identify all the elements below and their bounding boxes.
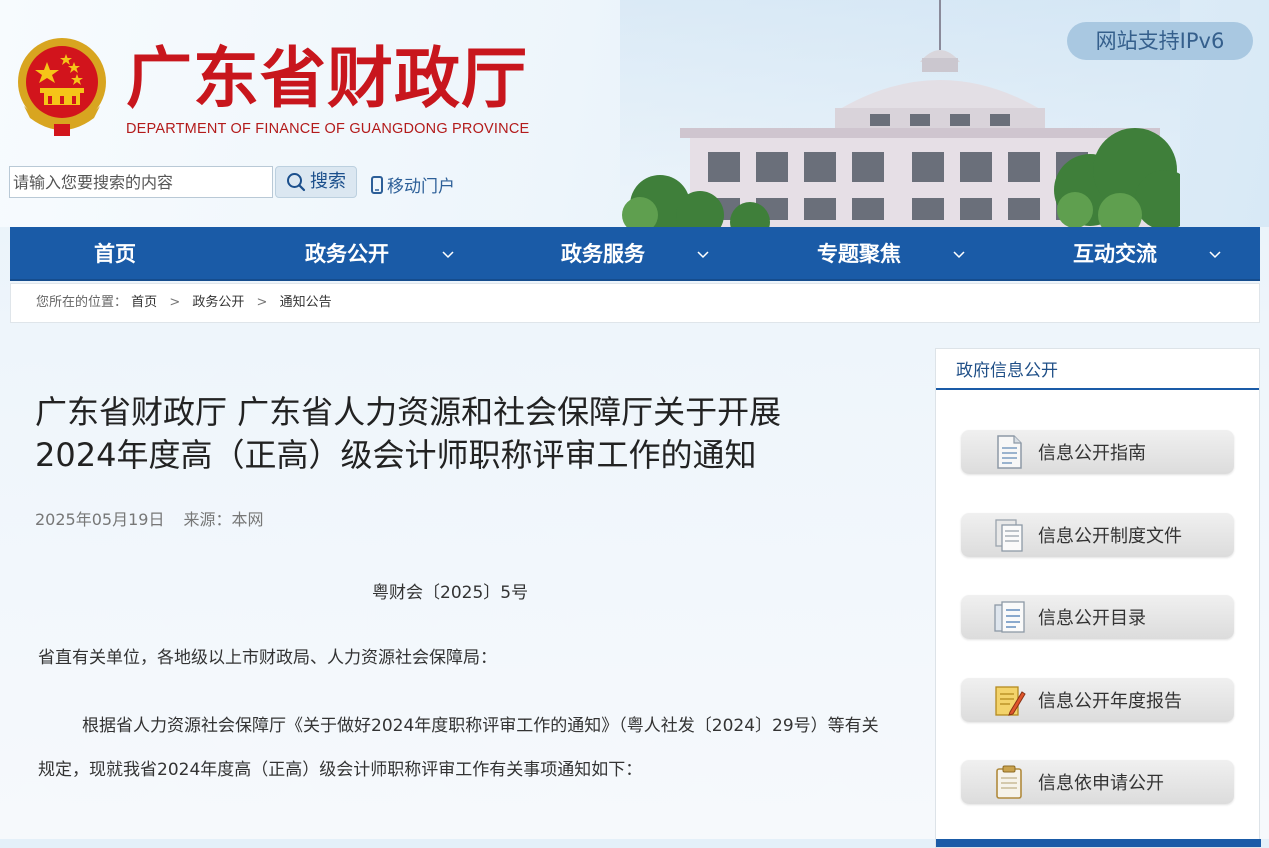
sidebar-item-request-disclosure[interactable]: 信息依申请公开 [961, 760, 1234, 804]
breadcrumb-separator: > [169, 295, 181, 310]
article-date: 2025年05月19日 [35, 510, 165, 529]
breadcrumb-prefix: 您所在的位置： [36, 295, 128, 310]
sidebar-title: 政府信息公开 [936, 349, 1259, 390]
article-source: 来源：本网 [183, 510, 264, 529]
chevron-down-icon[interactable] [695, 227, 711, 281]
site-logo-title[interactable]: 广东省财政厅 [126, 38, 528, 118]
sidebar-item-label: 信息公开指南 [1038, 443, 1146, 464]
chevron-down-icon[interactable] [440, 227, 456, 281]
chevron-down-icon[interactable] [951, 227, 967, 281]
sidebar-bottom-bar [936, 839, 1261, 847]
breadcrumb-item-home[interactable]: 首页 [131, 295, 157, 310]
nav-item-special-topics[interactable]: 专题聚焦 [817, 227, 901, 281]
sidebar-item-label: 信息公开年度报告 [1038, 691, 1182, 712]
article-title-line1: 广东省财政厅 广东省人力资源和社会保障厅关于开展 [35, 393, 782, 431]
article-salutation: 省直有关单位，各地级以上市财政局、人力资源社会保障局： [38, 648, 497, 668]
search-button-label: 搜索 [310, 171, 346, 192]
main-nav: 首页 政务公开 政务服务 专题聚焦 互动交流 [10, 227, 1260, 281]
article-title-line2: 2024年度高（正高）级会计师职称评审工作的通知 [35, 436, 757, 474]
nav-item-home[interactable]: 首页 [94, 227, 136, 281]
nav-item-gov-affairs-public[interactable]: 政务公开 [305, 227, 389, 281]
site-header: 广东省财政厅 DEPARTMENT OF FINANCE OF GUANGDON… [0, 0, 1269, 227]
folder-list-icon [994, 601, 1025, 633]
breadcrumb: 您所在的位置： 首页 > 政务公开 > 通知公告 [10, 283, 1260, 323]
breadcrumb-item-notices[interactable]: 通知公告 [280, 295, 332, 310]
site-logo-subtitle: DEPARTMENT OF FINANCE OF GUANGDONG PROVI… [126, 121, 530, 137]
report-pencil-icon [995, 686, 1026, 716]
national-emblem-icon [18, 38, 106, 136]
search-button[interactable]: 搜索 [275, 166, 357, 198]
sidebar-item-policy-files[interactable]: 信息公开制度文件 [961, 513, 1234, 557]
ipv6-badge[interactable]: 网站支持IPv6 [1067, 22, 1253, 60]
mobile-phone-icon [371, 175, 383, 194]
document-icon [997, 435, 1022, 469]
sidebar-item-label: 信息公开目录 [1038, 608, 1146, 629]
clipboard-icon [996, 765, 1022, 799]
mobile-portal-link[interactable]: 移动门户 [371, 172, 455, 197]
document-number: 粤财会〔2025〕5号 [372, 583, 529, 603]
sidebar-item-catalog[interactable]: 信息公开目录 [961, 595, 1234, 639]
sidebar-item-label: 信息依申请公开 [1038, 773, 1164, 794]
nav-item-interaction[interactable]: 互动交流 [1073, 227, 1157, 281]
article-body-paragraph: 根据省人力资源社会保障厅《关于做好2024年度职称评审工作的通知》（粤人社发〔2… [38, 716, 879, 780]
search-icon [287, 173, 306, 192]
breadcrumb-item-gov-affairs[interactable]: 政务公开 [192, 295, 244, 310]
mobile-portal-label: 移动门户 [387, 177, 455, 197]
nav-item-gov-services[interactable]: 政务服务 [561, 227, 645, 281]
chevron-down-icon[interactable] [1207, 227, 1223, 281]
sidebar-item-annual-report[interactable]: 信息公开年度报告 [961, 678, 1234, 722]
files-icon [995, 519, 1023, 552]
article-title: 广东省财政厅 广东省人力资源和社会保障厅关于开展 2024年度高（正高）级会计师… [35, 391, 895, 477]
gov-info-sidebar: 政府信息公开 信息公开指南 信息公开制度文件 信息公开目录 信息公开年度报告 信… [935, 348, 1261, 848]
article-meta: 2025年05月19日 来源：本网 [35, 506, 278, 530]
sidebar-item-label: 信息公开制度文件 [1038, 526, 1182, 547]
sidebar-item-guide[interactable]: 信息公开指南 [961, 430, 1234, 474]
breadcrumb-separator: > [256, 295, 268, 310]
search-input[interactable] [9, 166, 273, 198]
